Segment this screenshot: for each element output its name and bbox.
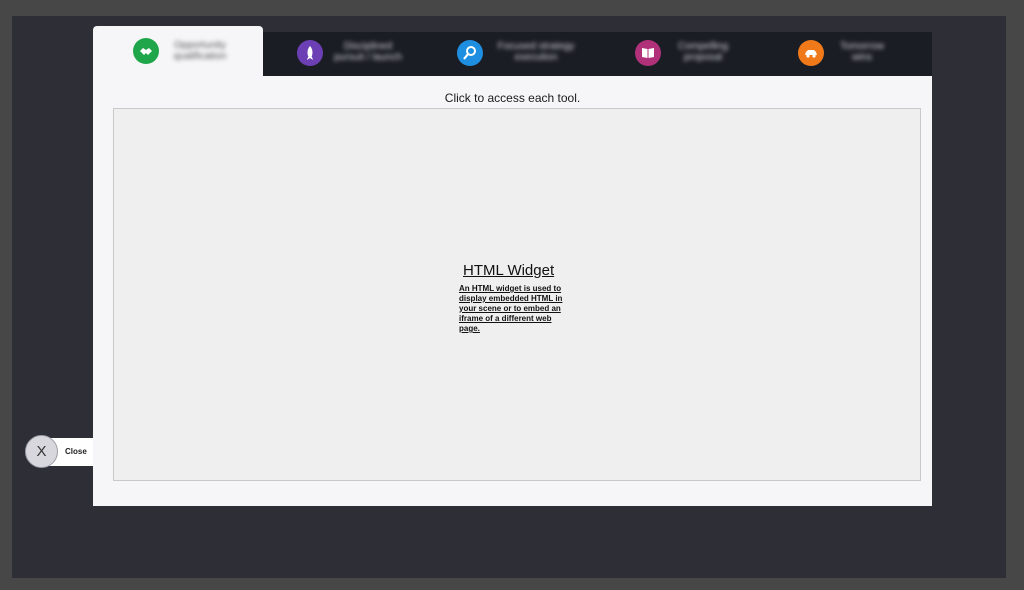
instruction-text: Click to access each tool.: [444, 91, 581, 105]
handshake-icon: [133, 38, 159, 64]
tab-label: Compelling proposal: [677, 41, 729, 63]
tab-label: Disciplined pursuit / launch: [334, 41, 402, 63]
tool-tab-bar: Opportunity qualification Disciplined pu…: [93, 26, 932, 76]
car-icon: [798, 40, 824, 66]
close-label[interactable]: Close: [65, 447, 87, 456]
tab-compelling-proposal[interactable]: Compelling proposal: [603, 32, 767, 76]
rocket-icon: [297, 40, 323, 66]
tab-label: Opportunity qualification: [173, 40, 227, 62]
tab-label: Focused strategy execution: [497, 41, 575, 63]
book-icon: [635, 40, 661, 66]
close-button[interactable]: X: [25, 435, 58, 468]
widget-title: HTML Widget: [463, 262, 555, 279]
tab-disciplined-pursuit[interactable]: Disciplined pursuit / launch: [263, 32, 433, 76]
widget-description: An HTML widget is used to display embedd…: [459, 284, 563, 333]
close-control[interactable]: Close X: [25, 435, 93, 468]
tool-panel: Opportunity qualification Disciplined pu…: [93, 26, 932, 506]
magnifier-icon: [457, 40, 483, 66]
html-widget-frame[interactable]: HTML Widget An HTML widget is used to di…: [113, 108, 921, 481]
tab-opportunity-qualification[interactable]: Opportunity qualification: [93, 26, 263, 76]
tab-focused-strategy[interactable]: Focused strategy execution: [433, 32, 603, 76]
tab-tomorrow-wins[interactable]: Tomorrow wins: [767, 32, 932, 76]
tab-label: Tomorrow wins: [840, 41, 884, 63]
